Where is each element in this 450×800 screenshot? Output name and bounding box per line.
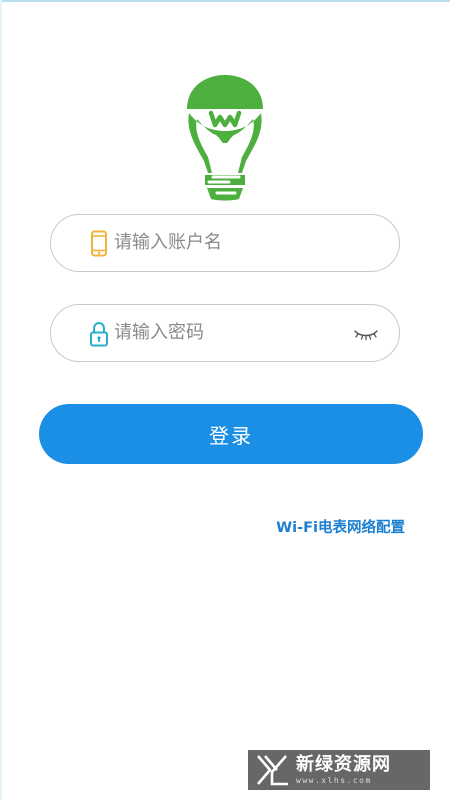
phone-icon: [88, 230, 110, 258]
top-border: [0, 0, 450, 2]
left-border: [0, 0, 2, 800]
eye-closed-icon[interactable]: [353, 322, 379, 344]
lock-icon: [88, 320, 110, 348]
login-button[interactable]: 登录: [39, 404, 423, 464]
wifi-meter-config-link[interactable]: Wi-Fi电表网络配置: [276, 516, 405, 537]
lightbulb-hands-icon: [187, 75, 263, 201]
password-input[interactable]: [114, 305, 354, 360]
xl-logo-mark: [256, 754, 290, 786]
watermark-url: www.xlhs.com: [296, 775, 372, 785]
watermark-title: 新绿资源网: [296, 753, 391, 775]
account-field[interactable]: [50, 214, 400, 272]
login-button-label: 登录: [209, 423, 253, 448]
watermark: 新绿资源网 www.xlhs.com: [248, 750, 430, 790]
app-logo: [183, 75, 267, 201]
account-input[interactable]: [114, 215, 354, 270]
watermark-text: 新绿资源网 www.xlhs.com: [296, 753, 391, 785]
password-field[interactable]: [50, 304, 400, 362]
